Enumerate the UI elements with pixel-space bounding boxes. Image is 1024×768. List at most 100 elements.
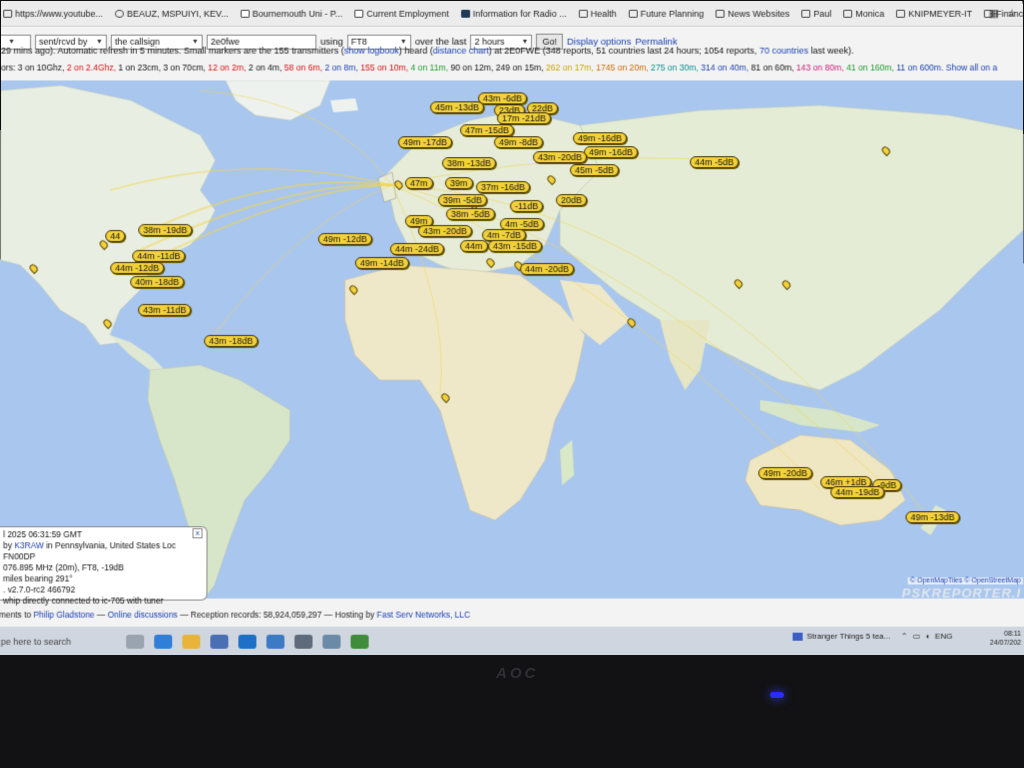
network-icon[interactable]: ▭ <box>913 632 921 641</box>
spot-label[interactable]: 49m -17dB <box>398 136 453 149</box>
band-count[interactable]: 143 on 80m, <box>796 63 844 73</box>
spot-label[interactable]: 43m -20dB <box>532 151 587 164</box>
status-middle: ) heard ( <box>398 45 433 56</box>
countries-link[interactable]: 70 countries <box>759 46 808 56</box>
spot-label[interactable]: 40m -18dB <box>130 276 185 289</box>
spot-label[interactable]: 47m <box>405 177 433 190</box>
spot-label[interactable]: 49m -14dB <box>355 257 410 270</box>
spot-label[interactable]: 44m -19dB <box>830 486 885 499</box>
spot-label[interactable]: 44m <box>460 240 488 253</box>
spot-label[interactable]: 38m -13dB <box>442 157 497 170</box>
footer-text-a: ments to <box>0 609 34 620</box>
photos-icon[interactable] <box>294 634 313 649</box>
spot-label[interactable]: 44 <box>105 230 126 243</box>
spot-label[interactable]: 49m -12dB <box>318 233 373 246</box>
file-explorer-icon[interactable] <box>182 634 201 649</box>
band-count[interactable]: 262 on 17m, <box>546 63 594 73</box>
openstreetmap-link[interactable]: © OpenStreetMap <box>964 577 1021 584</box>
band-count[interactable]: 275 on 30m, <box>651 63 699 73</box>
bookmark-item[interactable]: Paul <box>801 8 831 18</box>
app-icon[interactable] <box>266 634 285 649</box>
bookmark-label: BEAUZ, MSPUIYI, KEV... <box>126 8 229 19</box>
task-view-icon[interactable] <box>126 634 145 649</box>
spot-label[interactable]: 49m -8dB <box>494 136 543 149</box>
bookmark-item[interactable]: Information for Radio ... <box>460 8 567 18</box>
tray-chevron-icon[interactable]: ⌃ <box>901 632 908 641</box>
band-count[interactable]: 2 on 2.4Ghz, <box>67 63 116 73</box>
band-count[interactable]: 11 on 600m. <box>896 63 943 73</box>
bookmark-item[interactable]: News Websites <box>715 8 789 18</box>
app-icon-2[interactable] <box>322 634 341 649</box>
chrome-icon[interactable] <box>350 634 369 649</box>
distance-chart-link[interactable]: distance chart <box>433 46 489 56</box>
extensions-icon[interactable]: ▦ <box>989 7 999 20</box>
spot-label[interactable]: 43m -15dB <box>488 240 543 253</box>
iceland-landmass <box>330 98 359 113</box>
spot-label[interactable]: 38m -5dB <box>446 208 496 221</box>
band-count[interactable]: 4 on 11m, <box>411 63 449 73</box>
taskbar-clock[interactable]: 08:11 24/07/202 <box>990 630 1021 648</box>
bookmark-item[interactable]: https://www.youtube... <box>3 8 103 18</box>
spot-label[interactable]: 43m -6dB <box>478 92 528 105</box>
hosting-link[interactable]: Fast Serv Networks, LLC <box>377 610 470 620</box>
band-count: 1 on 23cm, <box>118 62 161 73</box>
popup-time: l 2025 06:31:59 GMT <box>3 529 83 540</box>
receiver-callsign-link[interactable]: K3RAW <box>14 540 44 550</box>
spot-label[interactable]: 49m -16dB <box>583 146 638 159</box>
close-icon[interactable]: x <box>192 528 203 539</box>
band-count[interactable]: 1745 on 20m, <box>596 63 648 73</box>
bookmark-item[interactable]: Bournemouth Uni - P... <box>240 8 343 18</box>
spot-label[interactable]: 43m -20dB <box>418 225 473 238</box>
spot-label[interactable]: 49m -20dB <box>758 467 813 480</box>
spot-label[interactable]: 17m -21dB <box>497 112 551 125</box>
volume-icon[interactable]: ◖ <box>925 632 930 641</box>
discussions-link[interactable]: Online discussions <box>108 610 178 620</box>
band-count[interactable]: 41 on 160m, <box>846 63 894 73</box>
bookmark-item[interactable]: KNIPMEYER-IT <box>896 8 972 18</box>
spot-label[interactable]: 20dB <box>555 194 587 207</box>
news-widget[interactable]: Stranger Things 5 tea... <box>792 631 891 641</box>
folder-icon <box>896 9 906 18</box>
author-link[interactable]: Philip Gladstone <box>33 610 94 620</box>
store-icon[interactable] <box>210 634 229 649</box>
spot-label[interactable]: 43m -11dB <box>138 304 192 317</box>
spot-label[interactable]: 39m -5dB <box>438 194 488 207</box>
spot-label[interactable]: 38m -19dB <box>138 224 193 237</box>
bookmark-item[interactable]: Health <box>578 8 616 18</box>
bookmark-item[interactable]: BEAUZ, MSPUIYI, KEV... <box>114 8 229 19</box>
openmaptiles-link[interactable]: © OpenMapTiles <box>910 577 962 584</box>
edge-icon[interactable] <box>154 634 173 649</box>
show-logbook-link[interactable]: show logbook <box>344 46 399 56</box>
band-count[interactable]: 2 on 8m, <box>325 63 358 73</box>
spot-label[interactable]: 44m -12dB <box>110 262 165 275</box>
spot-label[interactable]: 44m -24dB <box>390 243 445 256</box>
world-map[interactable]: 43m -6dB 45m -13dB 23dB 22dB 17m -21dB 47m -1… <box>0 80 1024 599</box>
band-count[interactable]: 58 on 6m, <box>284 63 322 73</box>
bookmark-item[interactable]: Monica <box>843 8 884 18</box>
spot-label[interactable]: 39m <box>445 177 473 190</box>
spot-label[interactable]: 45m -5dB <box>569 164 619 177</box>
bookmark-item[interactable]: Current Employment <box>354 8 449 18</box>
band-count[interactable]: 12 on 2m, <box>208 63 246 73</box>
band-count[interactable]: 314 on 40m, <box>701 63 749 73</box>
news-headline: Stranger Things 5 tea... <box>806 631 891 641</box>
spot-label[interactable]: 44m -5dB <box>689 156 739 169</box>
chevron-down-icon: ▼ <box>521 38 529 46</box>
band-count[interactable]: Show all on a <box>946 63 998 73</box>
pskreporter-brand: PSKREPORTER.I <box>901 585 1022 599</box>
spot-label[interactable]: 45m -13dB <box>430 101 485 114</box>
spot-label[interactable]: 44m -20dB <box>519 263 575 276</box>
star-icon[interactable]: ☆ <box>1007 7 1017 20</box>
spot-label[interactable]: 37m -16dB <box>476 181 531 194</box>
band-count[interactable]: 155 on 10m, <box>361 63 409 73</box>
language-indicator[interactable]: ENG <box>935 632 952 641</box>
spot-label[interactable]: 49m -13dB <box>905 511 960 524</box>
bookmark-item[interactable]: Future Planning <box>628 8 704 18</box>
spot-label[interactable]: 44m -11dB <box>132 250 186 263</box>
taskbar-search[interactable]: pe here to search <box>0 636 121 646</box>
outlook-icon[interactable] <box>238 634 257 649</box>
spot-label[interactable]: 47m -15dB <box>460 124 515 137</box>
spot-label[interactable]: 49m -16dB <box>572 132 627 145</box>
spot-label[interactable]: -11dB <box>510 200 544 213</box>
spot-label[interactable]: 43m -18dB <box>203 335 259 348</box>
